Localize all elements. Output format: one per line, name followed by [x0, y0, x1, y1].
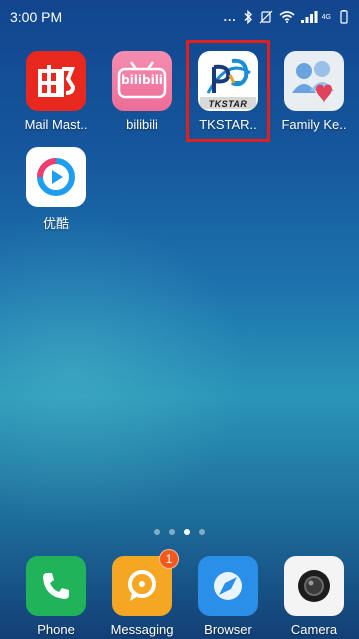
camera-icon — [284, 556, 344, 616]
page-dot[interactable] — [169, 529, 175, 535]
app-label: Camera — [290, 622, 338, 637]
app-family-keeper[interactable]: Family Ke.. — [274, 51, 354, 132]
home-screen: 3:00 PM ... 4G Mail Mast.. bilibili bili… — [0, 0, 359, 639]
bilibili-icon: bilibili — [112, 51, 172, 111]
dock-browser[interactable]: Browser — [188, 556, 268, 637]
status-bar: 3:00 PM ... 4G — [0, 0, 359, 34]
app-youku[interactable]: 优酷 — [16, 147, 96, 232]
dock-phone[interactable]: Phone — [16, 556, 96, 637]
app-label: Browser — [204, 622, 252, 637]
mail-master-icon — [26, 51, 86, 111]
app-label: bilibili — [126, 117, 158, 132]
unread-badge: 1 — [159, 549, 179, 569]
dock-messaging[interactable]: 1 Messaging — [102, 549, 182, 637]
status-time: 3:00 PM — [10, 9, 63, 25]
signal-type: 4G — [321, 13, 331, 21]
bilibili-logo-text: bilibili — [121, 73, 163, 87]
page-dot[interactable] — [154, 529, 160, 535]
page-dot-active[interactable] — [184, 529, 190, 535]
app-label: 优酷 — [42, 216, 69, 231]
browser-icon — [198, 556, 258, 616]
vibrate-off-icon — [259, 10, 273, 24]
highlight-box — [186, 40, 270, 142]
bluetooth-icon — [243, 10, 253, 24]
dock-camera[interactable]: Camera — [274, 556, 354, 637]
page-indicator — [0, 529, 359, 535]
phone-icon — [26, 556, 86, 616]
app-label: Family Ke.. — [281, 117, 347, 132]
battery-icon — [337, 10, 351, 24]
youku-icon — [26, 147, 86, 207]
app-label: Phone — [37, 622, 75, 637]
app-mail-master[interactable]: Mail Mast.. — [16, 51, 96, 132]
signal-icon: 4G — [300, 11, 331, 23]
more-notifications-icon: ... — [223, 10, 237, 24]
messaging-icon: 1 — [112, 549, 179, 616]
page-dot[interactable] — [199, 529, 205, 535]
family-keeper-icon — [284, 51, 344, 111]
app-bilibili[interactable]: bilibili bilibili — [102, 51, 182, 132]
app-label: Messaging — [110, 622, 174, 637]
status-icons: ... 4G — [224, 10, 351, 24]
app-label: Mail Mast.. — [24, 117, 88, 132]
wifi-icon — [279, 11, 295, 23]
